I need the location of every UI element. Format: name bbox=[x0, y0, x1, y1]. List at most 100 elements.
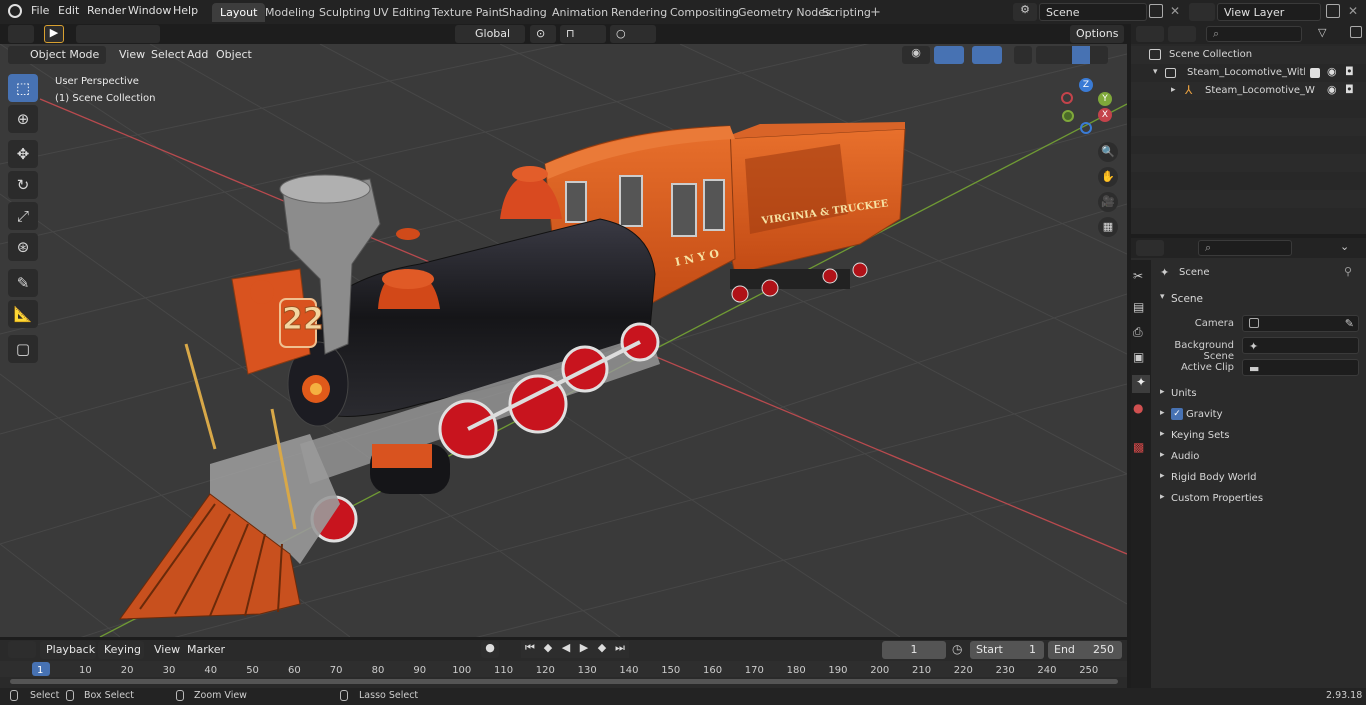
expand-arrow-icon[interactable]: ▾ bbox=[1153, 67, 1158, 77]
shading-rendered-icon[interactable] bbox=[1090, 46, 1108, 64]
play-icon[interactable]: ▶ bbox=[575, 641, 593, 658]
navigation-gizmo[interactable]: Z Y X bbox=[1058, 76, 1114, 136]
delete-scene-icon[interactable]: ✕ bbox=[1170, 4, 1180, 18]
view-layer-field[interactable]: View Layer bbox=[1217, 3, 1321, 21]
move-tool-icon[interactable]: ✥ bbox=[8, 140, 38, 168]
annotate-tool-icon[interactable]: ✎ bbox=[8, 269, 38, 297]
background-scene-field[interactable]: ✦ bbox=[1242, 337, 1359, 354]
xray-icon[interactable] bbox=[1014, 46, 1032, 64]
shading-solid-icon[interactable] bbox=[1054, 46, 1072, 64]
subpanel-gravity[interactable]: ▸ ✓ Gravity bbox=[1152, 406, 1366, 424]
options-dropdown[interactable]: Options bbox=[1070, 25, 1124, 43]
select-box-mode-icons[interactable] bbox=[76, 25, 160, 43]
visibility-icon[interactable]: ◉ bbox=[902, 46, 930, 64]
output-tab-icon[interactable]: ⎙ bbox=[1133, 325, 1143, 340]
transform-tool-icon[interactable]: ⊛ bbox=[8, 233, 38, 261]
camera-render-icon[interactable]: ◘ bbox=[1345, 65, 1354, 78]
outliner-row-locomotive-collection[interactable]: ▾ Steam_Locomotive_With_Coa ◉ ◘ bbox=[1131, 64, 1366, 82]
gizmo-neg-z[interactable] bbox=[1080, 122, 1092, 134]
scene-tab-icon[interactable]: ✦ bbox=[1132, 375, 1150, 393]
transform-orientation-dropdown[interactable]: Global bbox=[455, 25, 525, 43]
select-tool-icon[interactable]: ⬚ bbox=[8, 74, 38, 102]
measure-tool-icon[interactable]: 📐 bbox=[8, 300, 38, 328]
shading-wireframe-icon[interactable] bbox=[1036, 46, 1054, 64]
subpanel-custom-properties[interactable]: ▸ Custom Properties bbox=[1152, 490, 1366, 508]
gravity-checkbox[interactable]: ✓ bbox=[1171, 408, 1183, 420]
outliner-row-scene-collection[interactable]: Scene Collection bbox=[1131, 46, 1366, 64]
add-cube-tool-icon[interactable]: ▢ bbox=[8, 335, 38, 363]
gizmo-z-axis[interactable]: Z bbox=[1079, 78, 1093, 92]
cursor-tool-icon[interactable]: ⊕ bbox=[8, 105, 38, 133]
toolbar-select-mode[interactable] bbox=[8, 25, 34, 43]
timeline-marker-menu[interactable]: Marker bbox=[181, 641, 231, 659]
subpanel-units[interactable]: ▸ Units bbox=[1152, 385, 1366, 403]
timeline-editor-type-icon[interactable] bbox=[8, 641, 36, 658]
properties-options-icon[interactable]: ⌄ bbox=[1340, 240, 1360, 256]
gizmo-neg-x[interactable] bbox=[1061, 92, 1073, 104]
gizmo-toggle-icon[interactable] bbox=[934, 46, 964, 64]
3d-viewport[interactable]: 22 INYO VIRGINIA & TRUCKEE bbox=[0, 44, 1127, 637]
shading-material-icon[interactable] bbox=[1072, 46, 1090, 64]
properties-search-input[interactable]: ⌕ bbox=[1198, 240, 1292, 256]
texture-tab-icon[interactable]: ▩ bbox=[1133, 440, 1144, 454]
tweak-tool-icon[interactable]: ▶ bbox=[44, 25, 64, 43]
pan-view-icon[interactable]: ✋ bbox=[1098, 167, 1118, 187]
overlay-toggle-icon[interactable] bbox=[972, 46, 1002, 64]
perspective-toggle-icon[interactable]: ▦ bbox=[1098, 217, 1118, 237]
menu-window[interactable]: Window bbox=[128, 4, 171, 17]
timeline-scrollbar[interactable] bbox=[10, 679, 1118, 684]
scene-section-header[interactable]: ▾ Scene bbox=[1152, 290, 1366, 308]
gizmo-neg-y[interactable] bbox=[1062, 110, 1074, 122]
playback-dropdown[interactable]: Playback bbox=[40, 641, 96, 659]
object-mode-dropdown[interactable]: Object Mode bbox=[8, 46, 106, 64]
blender-logo-icon[interactable] bbox=[8, 4, 22, 18]
subpanel-rigid-body-world[interactable]: ▸ Rigid Body World bbox=[1152, 469, 1366, 487]
menu-object[interactable]: Object bbox=[210, 46, 258, 64]
rotate-tool-icon[interactable]: ↻ bbox=[8, 171, 38, 199]
camera-view-icon[interactable]: 🎥 bbox=[1098, 192, 1118, 212]
next-keyframe-icon[interactable]: ◆ bbox=[593, 641, 611, 658]
view-layer-icon[interactable] bbox=[1189, 3, 1215, 21]
camera-render-icon[interactable]: ◘ bbox=[1345, 83, 1354, 96]
menu-help[interactable]: Help bbox=[173, 4, 198, 17]
scene-selector-icon[interactable]: ⚙ bbox=[1013, 3, 1037, 21]
menu-render[interactable]: Render bbox=[87, 4, 126, 17]
exclude-checkbox-icon[interactable] bbox=[1310, 68, 1320, 78]
camera-field[interactable]: ✎ bbox=[1242, 315, 1359, 332]
keying-dropdown[interactable]: Keying bbox=[98, 641, 144, 659]
expand-arrow-icon[interactable]: ▸ bbox=[1171, 85, 1176, 95]
outliner-editor-type-icon[interactable] bbox=[1136, 26, 1164, 42]
play-reverse-icon[interactable]: ◀ bbox=[557, 641, 575, 658]
eye-icon[interactable]: ◉ bbox=[1327, 65, 1337, 78]
gizmo-y-axis[interactable]: Y bbox=[1098, 92, 1112, 106]
timer-icon[interactable]: ◷ bbox=[952, 642, 962, 656]
tool-tab-icon[interactable]: ✂ bbox=[1133, 269, 1143, 283]
render-tab-icon[interactable]: ▤ bbox=[1133, 300, 1144, 314]
jump-start-icon[interactable]: ⏮ bbox=[521, 641, 539, 658]
new-view-layer-icon[interactable] bbox=[1326, 4, 1340, 18]
scene-name-field[interactable]: Scene bbox=[1039, 3, 1147, 21]
start-frame-field[interactable]: Start 1 bbox=[970, 641, 1044, 659]
current-frame-field[interactable]: 1 bbox=[882, 641, 946, 659]
delete-view-layer-icon[interactable]: ✕ bbox=[1348, 4, 1358, 18]
zoom-view-icon[interactable]: 🔍 bbox=[1098, 142, 1118, 162]
jump-end-icon[interactable]: ⏭ bbox=[611, 641, 629, 658]
subpanel-audio[interactable]: ▸ Audio bbox=[1152, 448, 1366, 466]
proportional-edit-icon[interactable]: ○ bbox=[610, 25, 656, 43]
scale-tool-icon[interactable]: ⤢ bbox=[8, 202, 38, 230]
outliner-display-mode-icon[interactable] bbox=[1168, 26, 1196, 42]
menu-edit[interactable]: Edit bbox=[58, 4, 79, 17]
end-frame-field[interactable]: End 250 bbox=[1048, 641, 1122, 659]
record-button-icon[interactable]: ● bbox=[481, 641, 499, 658]
pin-icon[interactable]: ⚲ bbox=[1344, 265, 1352, 278]
new-scene-icon[interactable] bbox=[1149, 4, 1163, 18]
outliner-search-input[interactable]: ⌕ bbox=[1206, 26, 1302, 42]
subpanel-keying-sets[interactable]: ▸ Keying Sets bbox=[1152, 427, 1366, 445]
snap-icon[interactable]: ⊓ bbox=[560, 25, 606, 43]
outliner-new-collection-icon[interactable] bbox=[1350, 26, 1362, 38]
properties-editor-type-icon[interactable] bbox=[1136, 240, 1164, 256]
world-tab-icon[interactable]: ● bbox=[1133, 401, 1143, 415]
prev-keyframe-icon[interactable]: ◆ bbox=[539, 641, 557, 658]
active-clip-field[interactable]: ▬ bbox=[1242, 359, 1359, 376]
add-workspace-icon[interactable]: + bbox=[870, 5, 881, 20]
